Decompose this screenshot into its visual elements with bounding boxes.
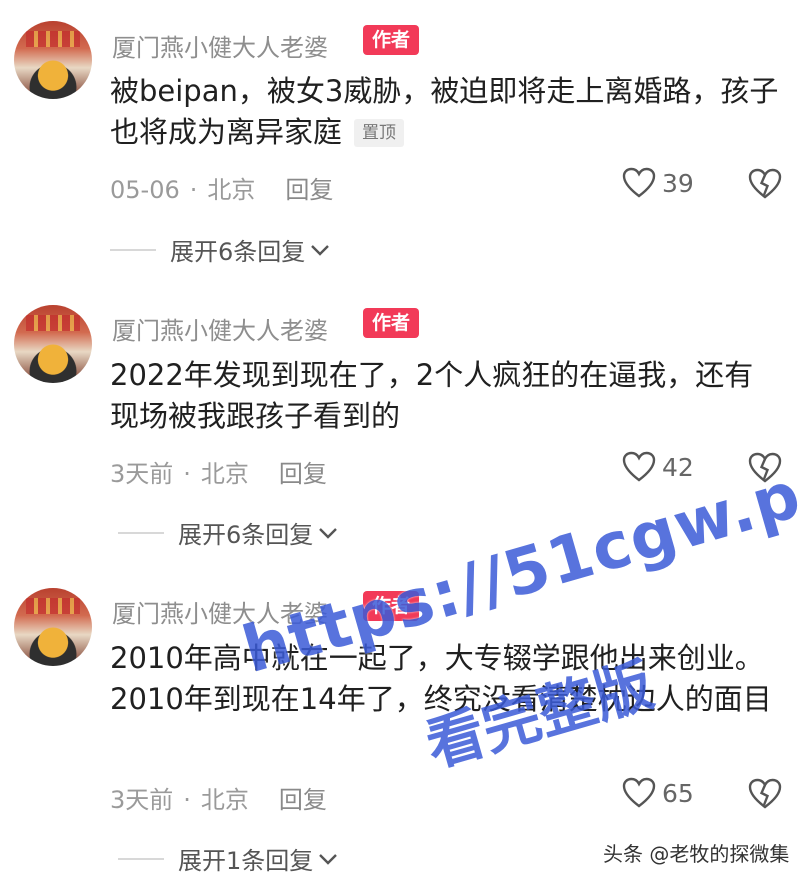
comment-meta: 3天前 · 北京 回复 [110, 780, 327, 815]
comment-body: 被beipan，被女3威胁，被迫即将走上离婚路，孩子也将成为离异家庭 [110, 74, 779, 149]
comment-location: 北京 [207, 176, 256, 204]
divider-line [118, 857, 164, 860]
author-name[interactable]: 厦门燕小健大人老婆 [112, 311, 328, 346]
author-badge: 作者 [363, 308, 420, 338]
broken-heart-icon [748, 778, 782, 809]
source-credit: 头条 @老牧的探微集 [603, 842, 790, 866]
meta-separator: · [183, 460, 191, 488]
like-count: 42 [662, 452, 694, 482]
expand-label: 展开6条回复 [170, 238, 306, 266]
comment-text: 被beipan，被女3威胁，被迫即将走上离婚路，孩子也将成为离异家庭 置顶 [110, 71, 780, 153]
heart-icon [622, 777, 656, 808]
comment-meta: 05-06 · 北京 回复 [110, 170, 333, 205]
comment-meta: 3天前 · 北京 回复 [110, 454, 327, 489]
like-button[interactable]: 42 [622, 451, 694, 483]
chevron-down-icon [319, 527, 338, 539]
like-count: 65 [662, 778, 694, 808]
avatar[interactable] [14, 21, 92, 99]
like-button[interactable]: 65 [622, 777, 694, 809]
author-name[interactable]: 厦门燕小健大人老婆 [112, 28, 328, 63]
broken-heart-icon [748, 168, 782, 199]
avatar[interactable] [14, 305, 92, 383]
reply-button[interactable]: 回复 [279, 460, 327, 488]
reply-button[interactable]: 回复 [285, 176, 333, 204]
avatar[interactable] [14, 588, 92, 666]
chevron-down-icon [319, 853, 338, 865]
divider-line [110, 248, 156, 251]
dislike-button[interactable] [748, 778, 782, 814]
comment-date: 3天前 [110, 786, 174, 814]
divider-line [118, 531, 164, 534]
comment-date: 3天前 [110, 460, 174, 488]
expand-label: 展开6条回复 [178, 521, 314, 549]
heart-icon [622, 167, 656, 198]
meta-separator: · [183, 786, 191, 814]
reply-button[interactable]: 回复 [279, 786, 327, 814]
expand-replies[interactable]: 展开6条回复 [110, 232, 331, 267]
comment-location: 北京 [200, 786, 249, 814]
comment-location: 北京 [200, 460, 249, 488]
author-badge: 作者 [363, 25, 420, 55]
like-button[interactable]: 39 [622, 167, 694, 199]
comment-text: 2022年发现到现在了，2个人疯狂的在逼我，还有现场被我跟孩子看到的 [110, 358, 754, 433]
chevron-down-icon [311, 244, 330, 256]
comment-date: 05-06 [110, 176, 180, 204]
heart-icon [622, 451, 656, 482]
like-count: 39 [662, 168, 694, 198]
meta-separator: · [189, 176, 198, 204]
dislike-button[interactable] [748, 168, 782, 204]
pinned-tag: 置顶 [354, 119, 405, 147]
expand-replies[interactable]: 展开6条回复 [118, 515, 339, 550]
